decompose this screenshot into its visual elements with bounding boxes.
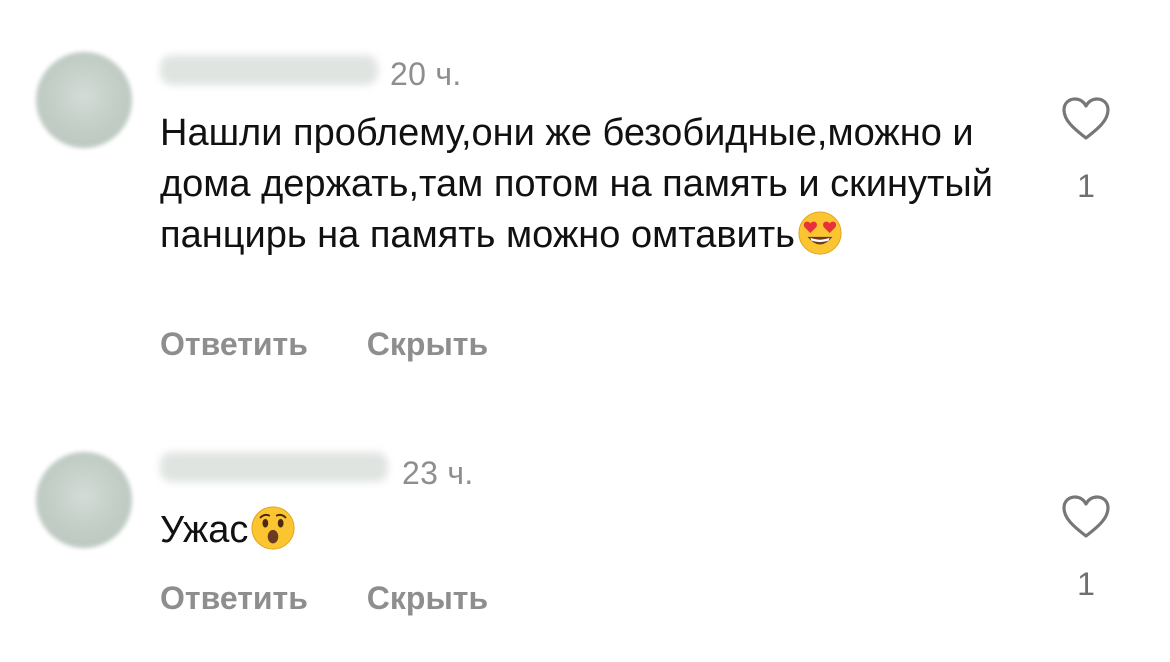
like-area: 1: [1058, 494, 1114, 603]
comment-timestamp: 20 ч.: [390, 56, 462, 92]
smiling-face-with-heart-eyes-icon: [798, 211, 842, 255]
username-redacted[interactable]: [160, 55, 378, 85]
avatar[interactable]: [36, 452, 132, 548]
avatar[interactable]: [36, 52, 132, 148]
like-area: 1: [1058, 96, 1114, 205]
username-redacted[interactable]: [160, 452, 388, 482]
comment-text: Ужас: [160, 505, 1020, 556]
like-count: 1: [1077, 566, 1095, 602]
heart-icon[interactable]: [1061, 96, 1111, 142]
hushed-face-icon: [251, 506, 295, 550]
heart-icon[interactable]: [1061, 494, 1111, 540]
hide-button[interactable]: Скрыть: [367, 326, 488, 363]
reply-button[interactable]: Ответить: [160, 326, 308, 363]
comment-body: Нашли проблему,они же безобидные,можно и…: [160, 112, 993, 256]
comment-timestamp: 23 ч.: [402, 455, 474, 491]
comment-text: Нашли проблему,они же безобидные,можно и…: [160, 108, 1020, 261]
hide-button[interactable]: Скрыть: [367, 580, 488, 617]
comment-actions: Ответить Скрыть: [160, 326, 538, 363]
like-count: 1: [1077, 168, 1095, 204]
comment-body: Ужас: [160, 509, 249, 551]
comment-actions: Ответить Скрыть: [160, 580, 538, 617]
reply-button[interactable]: Ответить: [160, 580, 308, 617]
